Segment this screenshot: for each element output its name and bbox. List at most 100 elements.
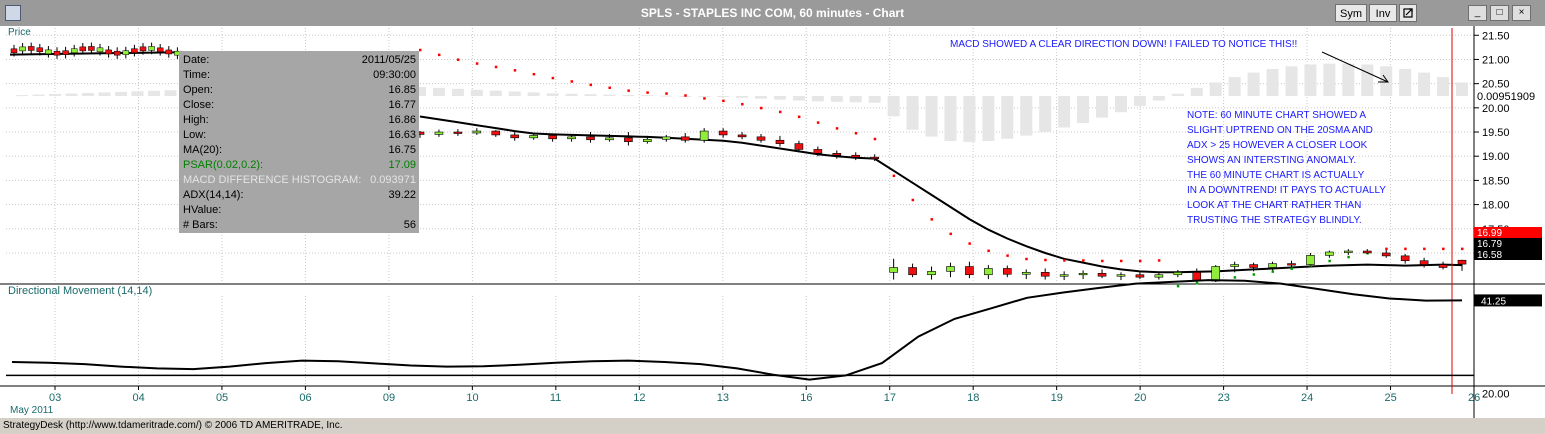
candle-body (1040, 272, 1050, 277)
psar-dot (968, 242, 971, 245)
sym-button[interactable]: Sym (1335, 4, 1367, 22)
x-axis-label: 23 (1218, 392, 1230, 404)
adx-line (11, 279, 1463, 381)
candle-body (139, 46, 147, 52)
candle-body (1362, 250, 1372, 254)
candle-body (148, 46, 155, 51)
minimize-button[interactable]: _ (1468, 5, 1487, 21)
x-axis-label: 05 (216, 392, 228, 404)
psar-dot (494, 65, 498, 69)
price-axis-label: 20.50 (1482, 79, 1510, 91)
candle-body (984, 268, 993, 276)
footer: StrategyDesk (http://www.tdameritrade.co… (0, 418, 1545, 434)
x-axis-label: 19 (1051, 392, 1063, 404)
x-axis-label: 26 (1468, 392, 1480, 404)
data-row-label: MACD DIFFERENCE HISTOGRAM: (183, 174, 362, 186)
x-axis-label: 12 (633, 392, 645, 404)
price-label-text: 16.79 (1477, 239, 1502, 250)
macd-hist-bar (736, 96, 749, 98)
macd-hist-bar (1152, 96, 1165, 101)
psar-dot (892, 174, 896, 178)
candle-body (131, 48, 138, 53)
data-row: MA(20): 16.75 (183, 144, 416, 159)
candle-body (927, 271, 936, 276)
note-line: TRUSTING THE STRATEGY BLINDLY. (1187, 215, 1362, 226)
x-axis-label: 17 (884, 392, 896, 404)
psar-dot (1025, 257, 1028, 261)
candle-body (1306, 255, 1315, 265)
macd-hist-bar (982, 96, 995, 141)
detach-icon-glyph (1403, 8, 1413, 18)
psar-dot (589, 83, 593, 87)
detach-icon[interactable] (1399, 4, 1417, 22)
data-row-label: High: (183, 114, 209, 126)
macd-hist-bar (660, 95, 673, 97)
macd-hist-bar (1001, 96, 1014, 139)
maximize-button[interactable]: □ (1490, 5, 1509, 21)
macd-hist-bar (131, 91, 144, 96)
macd-hist-bar (49, 94, 61, 96)
chart-area[interactable]: Price 21.50 21.00 20.50 20.00 19.50 19.00 18.50… (0, 26, 1545, 418)
candle-body (1078, 272, 1088, 276)
candle-body (434, 131, 444, 135)
macd-hist-bar (470, 89, 483, 96)
psar-dot (419, 48, 422, 52)
data-row-value: 16.85 (388, 84, 416, 96)
candle-body (1116, 274, 1126, 277)
macd-hist-bar (603, 94, 616, 96)
macd-hist-bar (698, 96, 711, 97)
macd-hist-bar (451, 88, 464, 96)
x-axis-label: 10 (466, 392, 478, 404)
macd-hist-bar (622, 95, 635, 97)
psar-dot (722, 99, 725, 103)
candle-body (813, 149, 823, 154)
candle-body (1344, 250, 1353, 253)
note-line: SHOWS AN INTERSTING ANOMALY. (1187, 155, 1357, 166)
data-row: Open: 16.85 (183, 84, 416, 99)
candle-body (1249, 264, 1258, 268)
data-row-value: 0.093971 (370, 174, 416, 186)
macd-hist-bar (1039, 96, 1052, 132)
title-bar: SPLS - STAPLES INC COM, 60 minutes - Cha… (0, 0, 1545, 27)
macd-hist-bar (1114, 96, 1127, 113)
candle-body (1135, 274, 1145, 278)
macd-hist-bar (1266, 69, 1279, 96)
data-row-label: ADX(14,14): (183, 189, 244, 201)
candle-body (1381, 252, 1391, 257)
macd-hist-bar (65, 93, 78, 96)
candle-body (1059, 274, 1069, 277)
macd-hist-bar (546, 93, 559, 96)
psar-dot (797, 115, 801, 119)
macd-hist-bar (963, 96, 976, 142)
candle-body (870, 156, 879, 159)
psar-dot (854, 131, 858, 135)
data-row-label: Open: (183, 84, 213, 96)
candle-body (832, 153, 842, 156)
psar-dot (949, 232, 952, 236)
note-line: IN A DOWNTREND! IT PAYS TO ACTUALLY (1187, 185, 1386, 196)
macd-hist-bar (32, 94, 45, 96)
macd-hist-bar (755, 96, 768, 99)
candle-body (851, 154, 861, 158)
candle-body (165, 49, 173, 55)
psar-dot (532, 72, 536, 76)
psar-dot (1404, 247, 1407, 251)
macd-hist-bar (1209, 82, 1222, 96)
psar-dot (1347, 255, 1350, 259)
data-row-label: Time: (183, 69, 211, 81)
close-button[interactable]: × (1512, 5, 1531, 21)
data-row-label: Close: (183, 99, 215, 111)
price-axis-label: 18.00 (1482, 200, 1510, 212)
macd-hist-bar (1437, 77, 1450, 96)
macd-hist-bar (565, 93, 578, 96)
inv-button[interactable]: Inv (1369, 4, 1397, 22)
macd-hist-bar (1456, 82, 1468, 96)
macd-hist-bar (148, 90, 160, 96)
macd-hist-bar (1058, 96, 1071, 128)
psar-dot (1006, 254, 1009, 257)
psar-dot (608, 86, 611, 90)
candle-body (567, 136, 576, 140)
candle-body (1287, 263, 1296, 266)
macd-hist-bar (1304, 64, 1317, 96)
candle-body (79, 46, 87, 52)
